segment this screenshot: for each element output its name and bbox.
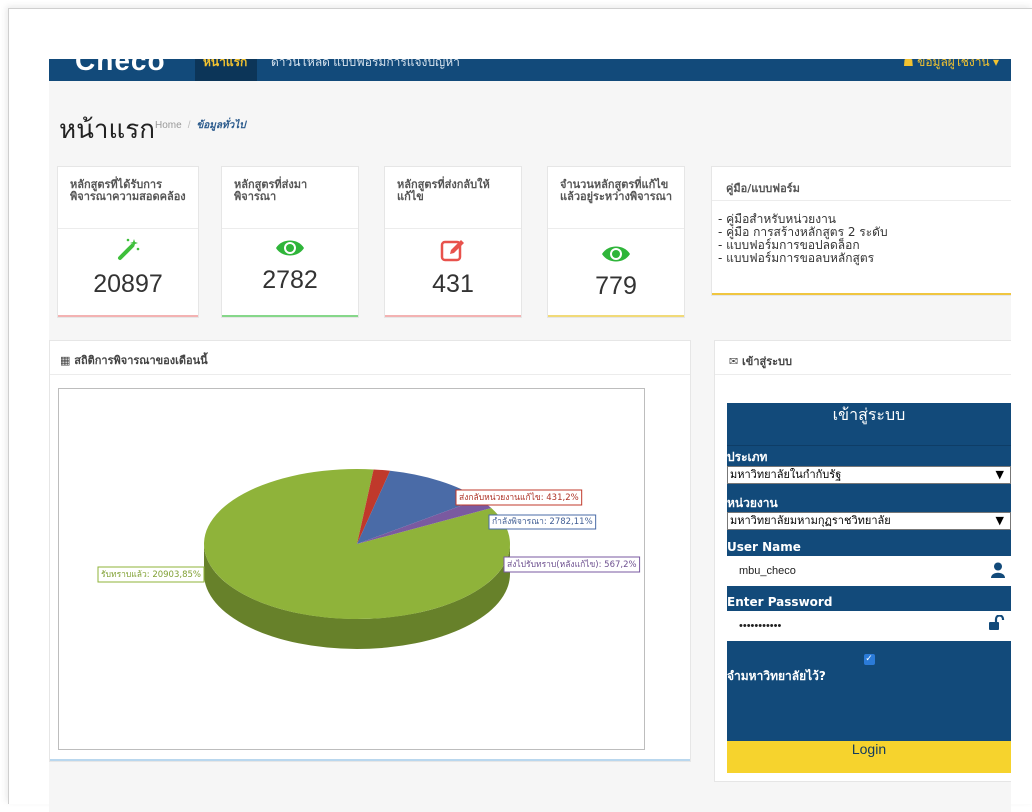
magic-wand-icon: [58, 237, 198, 268]
breadcrumb: Home / ข้อมูลทั่วไป: [155, 118, 246, 133]
stat-card-submitted[interactable]: หลักสูตรที่ส่งมาพิจารณา 2782: [221, 166, 359, 318]
unlock-icon: [989, 611, 1005, 642]
top-navbar: Checo หน้าแรก ดาวน์โหลด แบบฟอร์มการแจ้งป…: [49, 59, 1011, 81]
chevron-down-icon: ▼: [995, 468, 1004, 481]
remember-label: จำมหาวิทยาลัยไว้?: [727, 669, 826, 683]
stats-panel-accent: [50, 759, 690, 761]
stats-panel-title: สถิติการพิจารณาของเดือนนี้: [74, 354, 208, 367]
user-icon: [991, 556, 1005, 589]
stat-card-value: 431: [432, 270, 474, 298]
login-form-title: เข้าสู่ระบบ: [727, 403, 1011, 446]
stat-card-approved[interactable]: หลักสูตรที่ได้รับการพิจารณาความสอดคล้อง …: [57, 166, 199, 318]
unit-label: หน่วยงาน: [727, 496, 778, 510]
stat-card-value: 20897: [93, 270, 163, 298]
stat-card-returned[interactable]: หลักสูตรที่ส่งกลับให้แก้ไข 431: [384, 166, 522, 318]
stats-panel: ▦ สถิติการพิจารณาของเดือนนี้ รับทราบแล้ว…: [49, 340, 691, 762]
pie-label-text-3: ส่งไปรับทราบ(หลังแก้ไข): 567,2%: [507, 559, 637, 570]
nav-item-home-label: หน้าแรก: [203, 59, 248, 69]
manual-forms-list: - คู่มือสำหรับหน่วยงาน - คู่มือ การสร้าง…: [718, 213, 1011, 265]
manual-forms-title: คู่มือ/แบบฟอร์ม: [712, 167, 1011, 201]
breadcrumb-current: ข้อมูลทั่วไป: [196, 120, 246, 131]
stat-card-value: 779: [595, 272, 637, 300]
pie-label-1: ส่งกลับหน่วยงานแก้ไข: 431,2%: [455, 489, 583, 506]
breadcrumb-separator: /: [187, 120, 191, 131]
stat-card-pending[interactable]: จำนวนหลักสูตรที่แก้ไขแล้วอยู่ระหว่างพิจา…: [547, 166, 685, 318]
pie-label-text-1: ส่งกลับหน่วยงานแก้ไข: 431,2%: [459, 492, 579, 503]
stat-card-value: 2782: [262, 266, 318, 294]
login-panel-header: ✉ เข้าสู่ระบบ: [715, 341, 1011, 375]
stat-card-label: หลักสูตรที่ส่งมาพิจารณา: [222, 167, 358, 229]
login-button[interactable]: Login: [727, 741, 1011, 773]
user-menu-label: ข้อมูลผู้ใช้งาน: [917, 59, 990, 69]
chevron-down-icon: ▼: [995, 514, 1004, 527]
password-value: •••••••••••: [739, 620, 782, 632]
page-title: หน้าแรก: [59, 115, 155, 145]
stat-card-label: จำนวนหลักสูตรที่แก้ไขแล้วอยู่ระหว่างพิจา…: [548, 167, 684, 229]
pie-label-3: ส่งไปรับทราบ(หลังแก้ไข): 567,2%: [503, 556, 641, 573]
unit-select-value: มหาวิทยาลัยมหามกุฏราชวิทยาลัย: [730, 514, 891, 527]
page: Checo หน้าแรก ดาวน์โหลด แบบฟอร์มการแจ้งป…: [49, 59, 1011, 812]
remember-checkbox[interactable]: ✓: [727, 651, 1011, 665]
stat-card-accent: [548, 315, 684, 317]
nav-item-download[interactable]: ดาวน์โหลด แบบฟอร์มการแจ้งปัญหา: [271, 59, 460, 72]
login-panel: ✉ เข้าสู่ระบบ เข้าสู่ระบบ ประเภท มหาวิทย…: [714, 340, 1011, 782]
manual-forms-accent: [712, 293, 1011, 295]
form-link-delete[interactable]: - แบบฟอร์มการขอลบหลักสูตร: [718, 252, 1011, 265]
screenshot-frame: Checo หน้าแรก ดาวน์โหลด แบบฟอร์มการแจ้งป…: [8, 8, 1032, 812]
type-select-value: มหาวิทยาลัยในกำกับรัฐ: [730, 468, 842, 481]
breadcrumb-home[interactable]: Home: [155, 120, 182, 131]
type-label: ประเภท: [727, 450, 768, 464]
username-label: User Name: [727, 540, 801, 554]
checkmark-icon: ✓: [863, 654, 875, 665]
stat-card-accent: [58, 315, 198, 317]
pie-chart: รับทราบแล้ว: 20903,85% ส่งกลับหน่วยงานแก้…: [97, 469, 641, 649]
pie-chart-container: รับทราบแล้ว: 20903,85% ส่งกลับหน่วยงานแก้…: [58, 388, 645, 750]
pie-label-0: รับทราบแล้ว: 20903,85%: [97, 566, 205, 583]
calendar-icon: ▦: [60, 354, 75, 367]
username-input[interactable]: mbu_checo: [727, 556, 1011, 586]
pie-label-text-0: รับทราบแล้ว: 20903,85%: [101, 569, 201, 580]
type-select[interactable]: มหาวิทยาลัยในกำกับรัฐ ▼: [727, 466, 1011, 484]
edit-icon: [385, 237, 521, 268]
username-value: mbu_checo: [739, 565, 796, 577]
brand-logo[interactable]: Checo: [75, 59, 166, 77]
unit-select[interactable]: มหาวิทยาลัยมหามกุฏราชวิทยาลัย ▼: [727, 512, 1011, 530]
stats-panel-header: ▦ สถิติการพิจารณาของเดือนนี้: [50, 341, 690, 375]
mail-icon: ✉: [729, 355, 743, 368]
user-menu[interactable]: ☗ ข้อมูลผู้ใช้งาน ▾: [903, 59, 999, 72]
pie-label-text-2: กำลังพิจารณา: 2782,11%: [492, 517, 593, 527]
stat-card-label: หลักสูตรที่ส่งกลับให้แก้ไข: [385, 167, 521, 229]
login-form: เข้าสู่ระบบ ประเภท มหาวิทยาลัยในกำกับรัฐ…: [727, 403, 1011, 773]
eye-icon: [222, 237, 358, 264]
stat-card-label: หลักสูตรที่ได้รับการพิจารณาความสอดคล้อง: [58, 167, 198, 229]
pie-label-2: กำลังพิจารณา: 2782,11%: [488, 514, 597, 530]
login-panel-title: เข้าสู่ระบบ: [742, 355, 792, 368]
stat-card-accent: [385, 315, 521, 317]
stat-card-accent: [222, 315, 358, 317]
user-icon: ☗: [903, 59, 918, 69]
password-input[interactable]: •••••••••••: [727, 611, 1011, 641]
eye-icon: [548, 243, 684, 270]
manual-forms-card: คู่มือ/แบบฟอร์ม - คู่มือสำหรับหน่วยงาน -…: [711, 166, 1011, 296]
nav-item-home[interactable]: หน้าแรก: [195, 59, 257, 81]
password-label: Enter Password: [727, 595, 833, 609]
